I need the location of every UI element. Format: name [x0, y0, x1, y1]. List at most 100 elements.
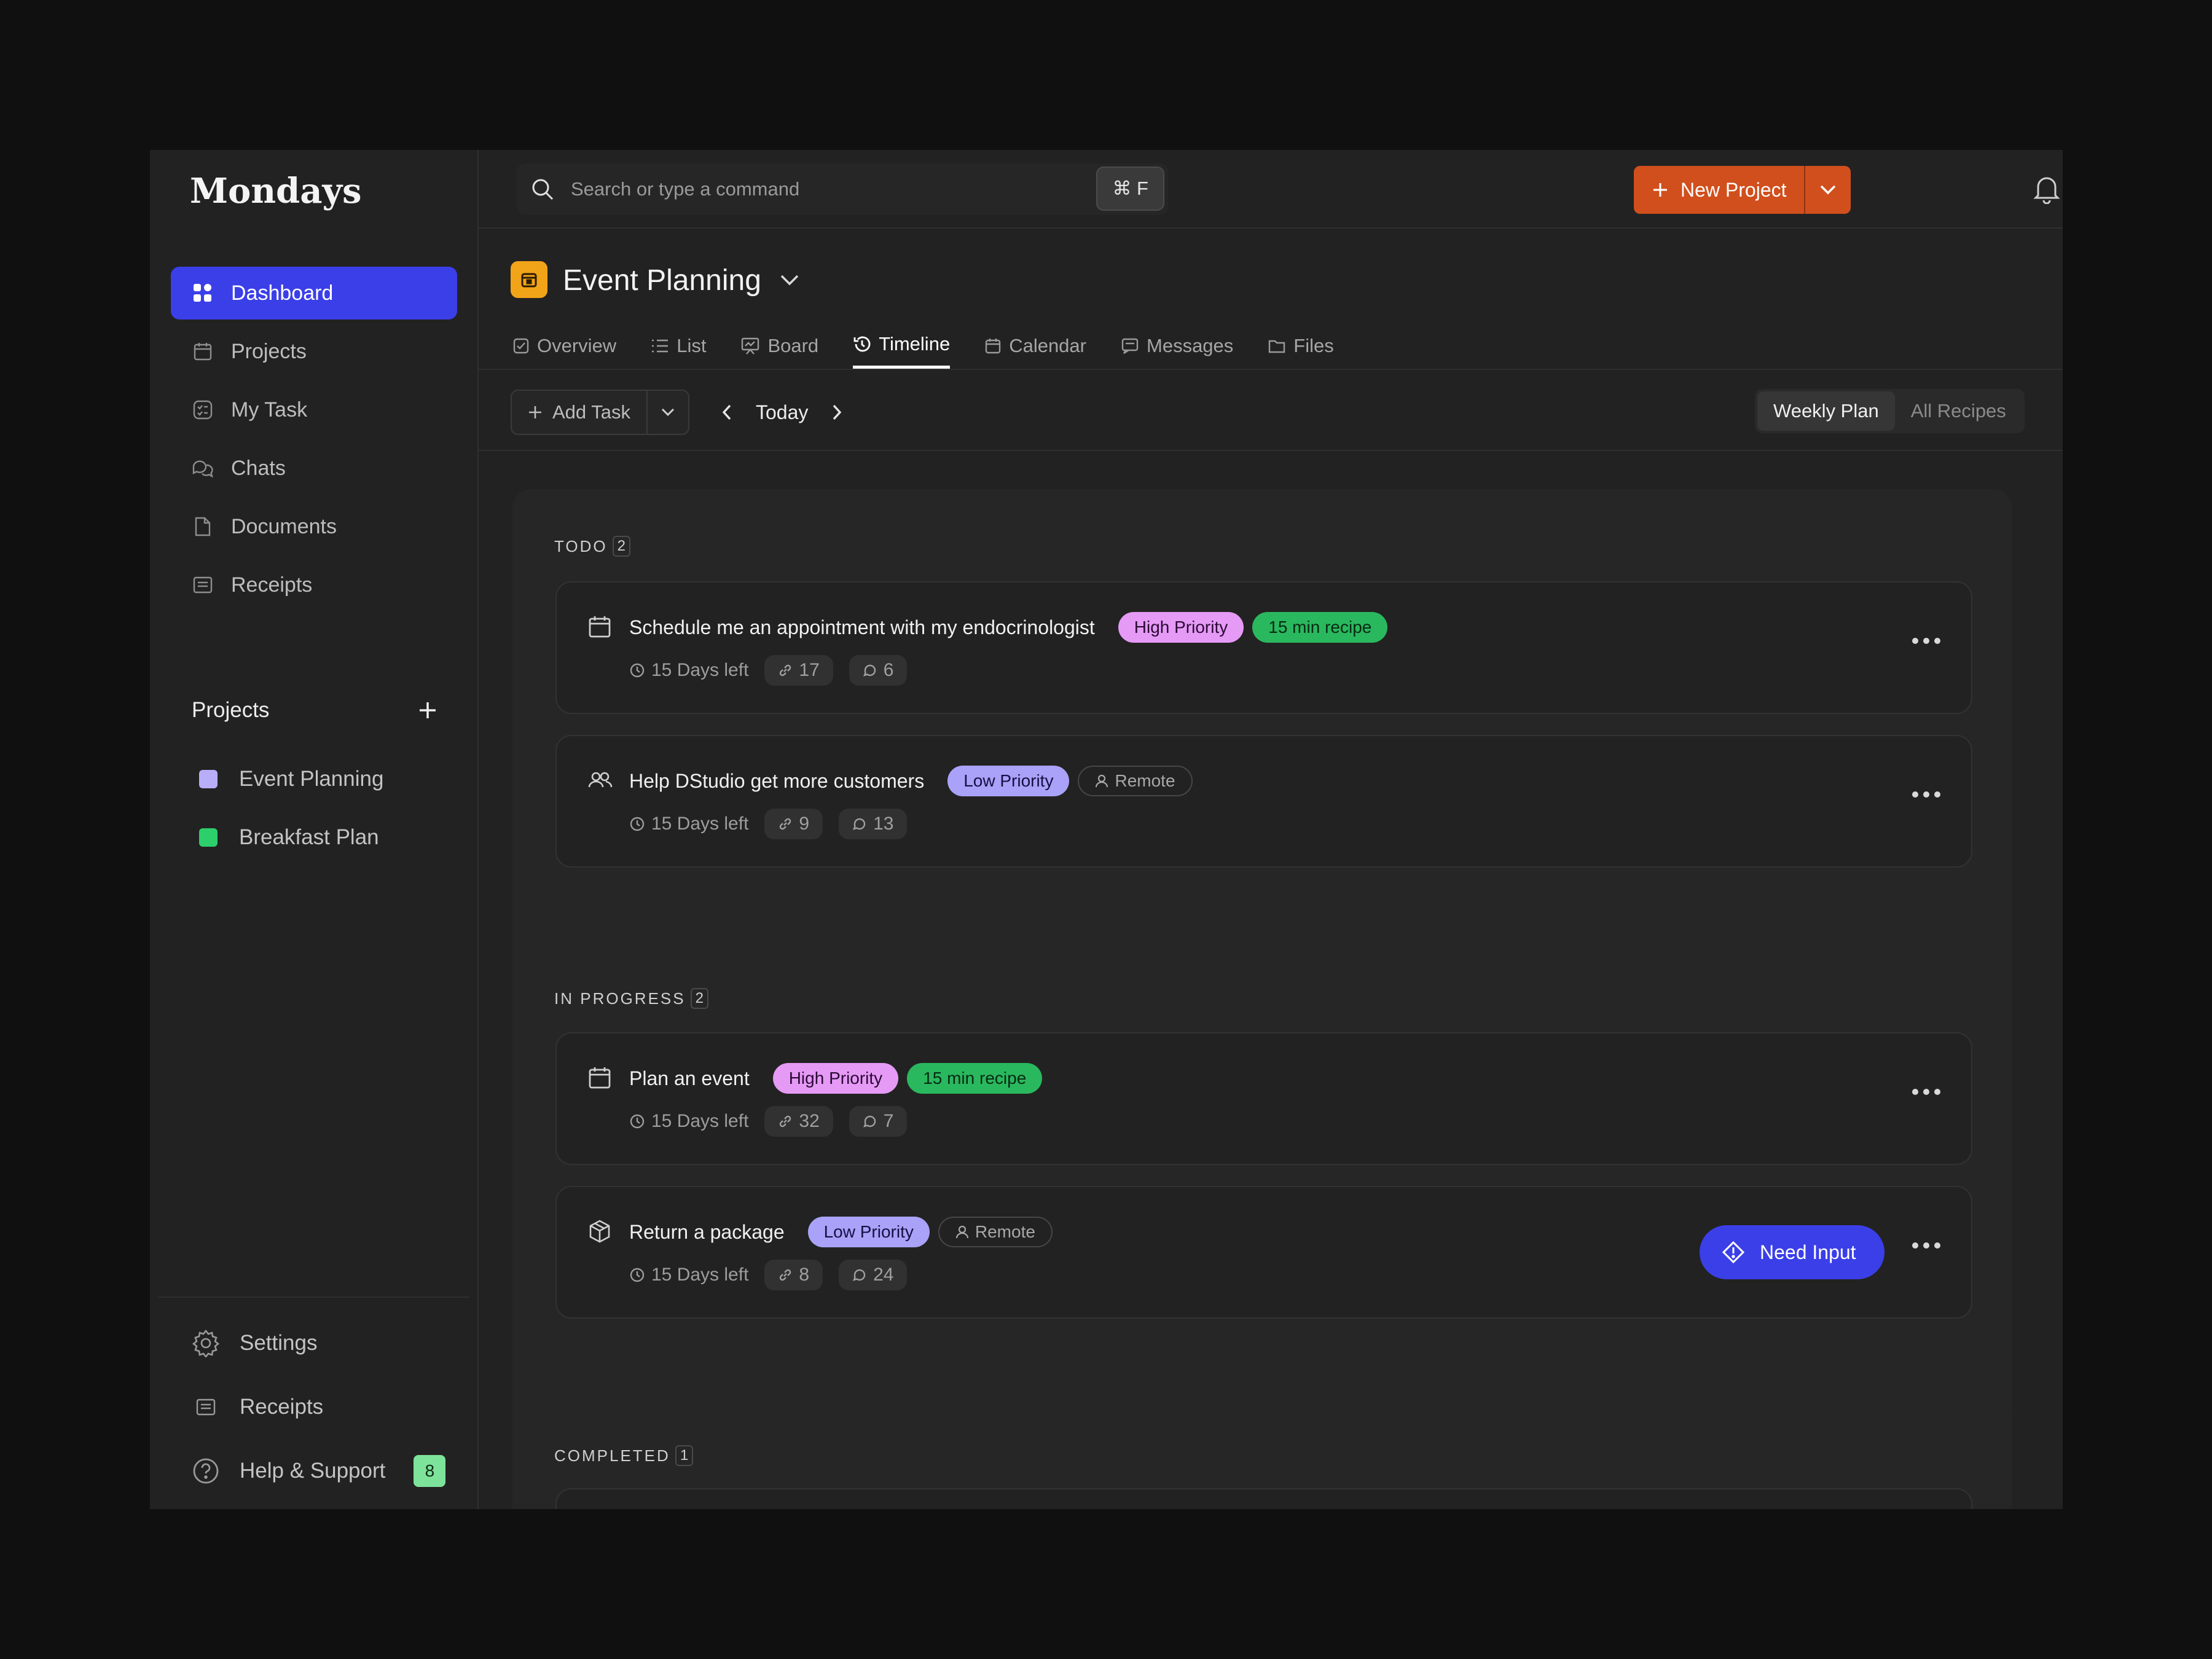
add-task-label: Add Task [552, 401, 630, 423]
users-icon [587, 768, 613, 793]
sidebar-item-chats[interactable]: Chats [171, 442, 457, 495]
task-title: Return a package [629, 1220, 785, 1243]
sidebar-item-label: Chats [231, 456, 286, 480]
task-meta-row: 15 Days left 8 24 [629, 1260, 908, 1290]
history-icon [853, 335, 871, 353]
chevron-down-icon [780, 274, 799, 286]
task-title-row: Help DStudio get more customers Low Prio… [629, 766, 1193, 796]
more-options-icon[interactable] [1912, 1089, 1940, 1095]
tab-board[interactable]: Board [740, 323, 818, 369]
project-title-row[interactable]: Event Planning [563, 261, 799, 299]
section-count: 2 [612, 536, 630, 557]
calendar-icon [192, 340, 214, 363]
package-icon [587, 1219, 612, 1244]
project-list: Event Planning Breakfast Plan [199, 750, 383, 866]
sidebar-item-label: Settings [240, 1331, 318, 1355]
due-indicator: 15 Days left [629, 1265, 748, 1285]
date-navigator: Today [721, 390, 842, 435]
tab-files[interactable]: Files [1268, 323, 1334, 369]
new-project-dropdown-button[interactable] [1803, 166, 1851, 214]
sidebar-divider [159, 1296, 469, 1298]
section-completed: COMPLETED 1 [512, 1401, 2012, 1509]
checkbox-icon [512, 337, 530, 355]
add-project-icon[interactable] [418, 700, 437, 720]
app-window: Mondays Dashboard Projects My Task Chats… [150, 150, 2063, 1509]
task-meta-row: 15 Days left 9 13 [629, 809, 908, 839]
comments-count-value: 7 [883, 1111, 894, 1131]
task-card[interactable] [555, 1488, 1972, 1509]
calendar-icon [984, 337, 1002, 355]
gear-icon [192, 1329, 220, 1357]
priority-badge: High Priority [772, 1063, 899, 1094]
notification-bell-icon[interactable] [2033, 175, 2060, 204]
tab-label: Board [767, 335, 819, 356]
sidebar-item-settings[interactable]: Settings [192, 1311, 450, 1375]
tab-timeline[interactable]: Timeline [853, 323, 951, 369]
sidebar-item-my-task[interactable]: My Task [171, 383, 457, 436]
chevron-right-icon[interactable] [831, 404, 842, 421]
links-count[interactable]: 32 [764, 1106, 833, 1137]
comments-count[interactable]: 24 [839, 1260, 908, 1290]
comments-count[interactable]: 6 [849, 655, 908, 686]
comments-count-value: 24 [873, 1265, 894, 1285]
new-project-button[interactable]: New Project [1634, 166, 1804, 214]
sidebar-item-projects[interactable]: Projects [171, 325, 457, 378]
due-indicator: 15 Days left [629, 814, 748, 834]
project-item-event-planning[interactable]: Event Planning [199, 750, 383, 808]
sidebar-item-help-support[interactable]: Help & Support 8 [192, 1439, 450, 1503]
view-weekly-plan[interactable]: Weekly Plan [1757, 391, 1895, 431]
date-label[interactable]: Today [756, 401, 808, 424]
comments-count[interactable]: 7 [849, 1106, 908, 1137]
section-count: 1 [675, 1445, 694, 1466]
task-meta-row: 15 Days left 17 6 [629, 655, 908, 686]
comment-icon [852, 817, 867, 831]
links-count[interactable]: 9 [764, 809, 823, 839]
document-icon [192, 516, 214, 538]
section-header: TODO 2 [554, 536, 630, 557]
link-icon [778, 817, 793, 831]
add-task-dropdown-button[interactable] [648, 391, 688, 434]
add-task-button[interactable]: Add Task [512, 391, 648, 434]
plus-icon [1652, 182, 1668, 198]
need-input-button[interactable]: Need Input [1700, 1225, 1885, 1279]
links-count-value: 8 [799, 1265, 810, 1285]
links-count[interactable]: 17 [764, 655, 833, 686]
sidebar-item-receipts-bottom[interactable]: Receipts [192, 1375, 450, 1439]
comments-count[interactable]: 13 [839, 809, 908, 839]
sidebar-item-receipts[interactable]: Receipts [171, 559, 457, 611]
sidebar-item-dashboard[interactable]: Dashboard [171, 267, 457, 320]
list-icon [651, 338, 669, 354]
tab-calendar[interactable]: Calendar [984, 323, 1086, 369]
tab-label: List [677, 335, 707, 356]
task-card[interactable]: Schedule me an appointment with my endoc… [555, 581, 1972, 714]
sidebar-item-label: Receipts [231, 573, 313, 597]
help-icon [192, 1457, 220, 1485]
links-count-value: 17 [799, 660, 820, 680]
more-options-icon[interactable] [1912, 1242, 1940, 1249]
more-options-icon[interactable] [1912, 638, 1940, 644]
sidebar-item-label: Documents [231, 514, 337, 538]
links-count[interactable]: 8 [764, 1260, 823, 1290]
tab-list[interactable]: List [651, 323, 706, 369]
page-title: Event Planning [563, 264, 761, 297]
project-item-label: Breakfast Plan [239, 825, 379, 849]
task-card[interactable]: Help DStudio get more customers Low Prio… [555, 735, 1972, 868]
chevron-left-icon[interactable] [721, 404, 732, 421]
chevron-down-icon [1819, 184, 1837, 195]
more-options-icon[interactable] [1912, 791, 1940, 798]
project-item-breakfast-plan[interactable]: Breakfast Plan [199, 808, 383, 866]
clock-icon [629, 816, 645, 832]
due-indicator: 15 Days left [629, 660, 748, 681]
receipt-icon [192, 1398, 220, 1416]
view-all-recipes[interactable]: All Recipes [1895, 391, 2022, 431]
task-card[interactable]: Return a package Low Priority Remote 15 … [555, 1186, 1972, 1319]
folder-icon [1268, 338, 1286, 354]
search-input[interactable]: Search or type a command ⌘ F [517, 163, 1168, 215]
tab-overview[interactable]: Overview [512, 323, 616, 369]
task-card[interactable]: Plan an event High Priority 15 min recip… [555, 1032, 1972, 1165]
clock-icon [629, 662, 645, 678]
priority-badge: Low Priority [947, 766, 1070, 796]
sidebar-nav: Dashboard Projects My Task Chats Documen… [171, 267, 457, 617]
sidebar-item-documents[interactable]: Documents [171, 500, 457, 553]
tab-messages[interactable]: Messages [1121, 323, 1233, 369]
